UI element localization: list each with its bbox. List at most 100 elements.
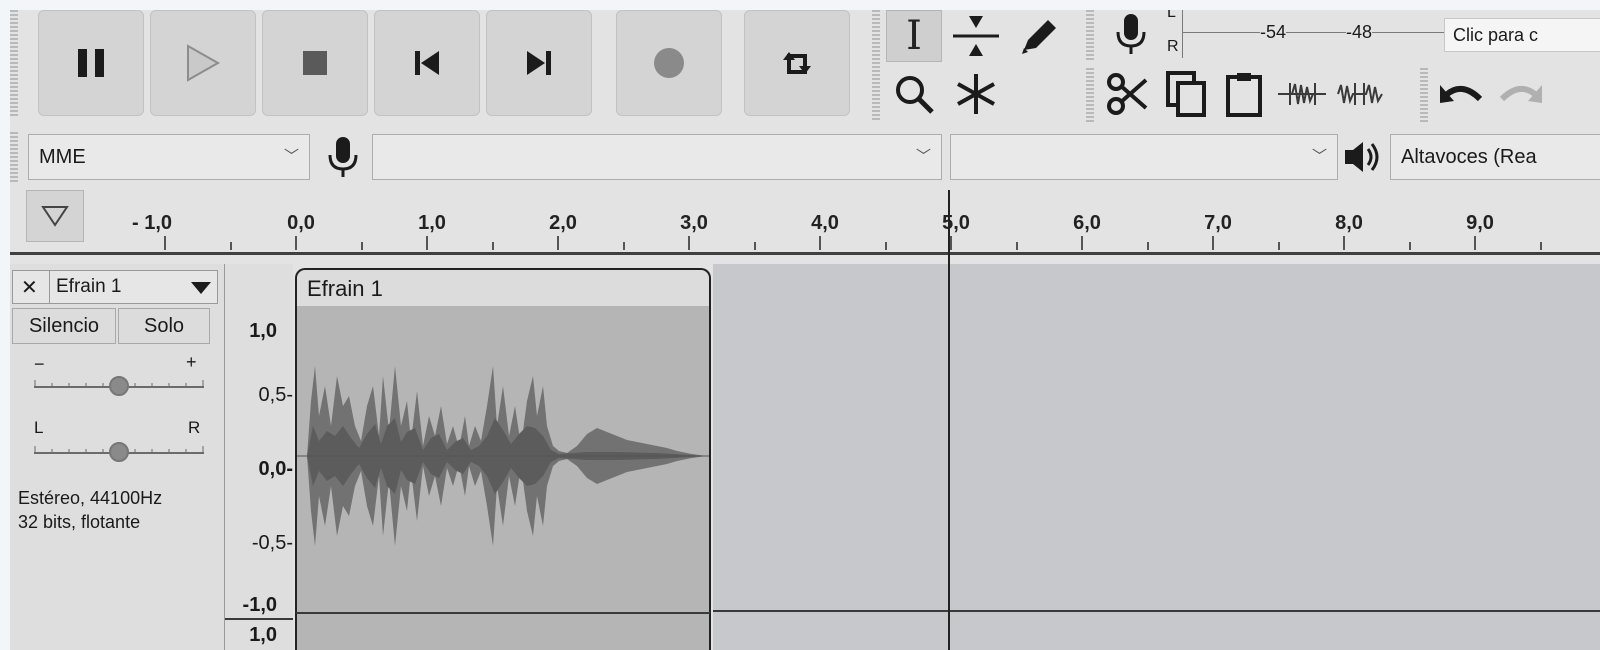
envelope-tool-button[interactable] <box>948 10 1004 62</box>
audio-host-select[interactable]: MME ﹀ <box>28 134 310 180</box>
microphone-icon <box>328 137 358 177</box>
clip-waveform-area[interactable] <box>295 306 711 612</box>
ruler-major-tick <box>426 236 428 250</box>
ruler-minor-tick <box>1408 242 1411 250</box>
ruler-minor-tick <box>229 242 232 250</box>
timeline-options-button[interactable] <box>26 190 84 242</box>
chevron-down-icon: ﹀ <box>283 148 299 165</box>
record-button[interactable] <box>616 10 722 116</box>
device-toolbar-grip[interactable] <box>10 132 18 182</box>
ruler-major-tick <box>1212 236 1214 250</box>
pause-button[interactable] <box>38 10 144 116</box>
recording-channels-select[interactable]: ﹀ <box>950 134 1338 180</box>
recording-meter[interactable]: -54 -48 <box>1182 10 1444 58</box>
ruler-tick-label: 9,0 <box>1466 212 1494 234</box>
paste-icon <box>1226 73 1262 117</box>
paste-button[interactable] <box>1216 68 1272 120</box>
ruler-tick-label: - 1,0 <box>131 212 173 234</box>
chevron-down-icon: ﹀ <box>1311 148 1327 165</box>
skip-to-start-button[interactable] <box>374 10 480 116</box>
pan-slider-thumb[interactable] <box>109 442 129 462</box>
ruler-major-tick <box>950 236 952 250</box>
timeline-ruler[interactable]: - 1,0 0,0 1,0 2,0 3,0 4,0 5,0 6,0 7,0 8,0 9,0 <box>10 186 1600 255</box>
ruler-minor-tick <box>491 242 494 250</box>
mute-button[interactable]: Silencio <box>12 308 116 344</box>
recording-device-select[interactable]: ﹀ <box>372 134 942 180</box>
meter-scale-54: -54 <box>1260 22 1287 43</box>
track-close-button[interactable]: ✕ <box>21 275 38 300</box>
clip-title-bar[interactable]: Efrain 1 <box>295 268 711 306</box>
gain-slider[interactable] <box>34 374 204 398</box>
skip-to-end-button[interactable] <box>486 10 592 116</box>
channel-divider <box>713 610 1600 612</box>
loop-button[interactable] <box>744 10 850 116</box>
multi-tool-button[interactable] <box>948 68 1004 120</box>
selection-tool-button[interactable]: I <box>886 10 942 62</box>
record-meter-button[interactable] <box>1100 10 1162 60</box>
microphone-icon <box>1116 14 1146 54</box>
ruler-major-tick <box>557 236 559 250</box>
multi-tool-icon <box>957 74 995 114</box>
skip-to-start-icon <box>415 51 439 75</box>
track-empty-area[interactable] <box>713 264 1600 650</box>
copy-button[interactable] <box>1158 68 1214 120</box>
record-icon <box>654 48 684 78</box>
playback-device-select[interactable]: Altavoces (Rea <box>1390 134 1600 180</box>
ruler-major-tick <box>295 236 297 250</box>
playback-device-value: Altavoces (Rea <box>1401 146 1537 168</box>
ruler-major-tick <box>1081 236 1083 250</box>
ruler-tick-label: 6,0 <box>1073 212 1101 234</box>
undo-icon <box>1440 85 1483 103</box>
draw-tool-button[interactable] <box>1010 10 1066 62</box>
start-monitoring-hint[interactable]: Clic para c <box>1444 18 1600 52</box>
cut-button[interactable] <box>1100 68 1156 120</box>
ruler-minor-tick <box>360 242 363 250</box>
skip-to-end-icon <box>527 51 551 75</box>
redo-button[interactable] <box>1492 68 1548 120</box>
cut-icon <box>1107 73 1148 115</box>
silence-audio-button[interactable] <box>1332 68 1388 120</box>
tools-toolbar-grip[interactable] <box>872 10 880 122</box>
undo-button[interactable] <box>1434 68 1490 120</box>
ruler-major-tick <box>1474 236 1476 250</box>
ruler-tick-label: 2,0 <box>549 212 577 234</box>
gain-slider-thumb[interactable] <box>109 376 129 396</box>
audio-clip[interactable]: Efrain 1 <box>295 268 713 650</box>
track-format-info: Estéreo, 44100Hz 32 bits, flotante <box>18 486 162 534</box>
track-format-line2: 32 bits, flotante <box>18 512 141 532</box>
gain-plus-label: + <box>186 352 197 372</box>
solo-button[interactable]: Solo <box>118 308 210 344</box>
scale-label-neg-half: -0,5- <box>251 532 293 554</box>
playback-device-icon-wrap <box>1340 134 1386 180</box>
ruler-major-tick <box>1343 236 1345 250</box>
play-button[interactable] <box>150 10 256 116</box>
scale-label-zero: 0,0- <box>258 458 293 480</box>
pan-slider[interactable] <box>34 440 204 464</box>
magnifier-icon <box>896 76 934 114</box>
transport-toolbar-grip[interactable] <box>10 10 18 116</box>
ruler-tick-label: 1,0 <box>418 212 446 234</box>
ruler-tick-label: 4,0 <box>811 212 839 234</box>
scale-label-half: 0,5- <box>258 384 293 406</box>
meter-toolbar-grip[interactable] <box>1086 10 1094 60</box>
loop-icon <box>783 52 811 74</box>
ruler-minor-tick <box>1146 242 1149 250</box>
ruler-tick-label: 0,0 <box>287 212 315 234</box>
edit-toolbar-grip[interactable] <box>1086 68 1094 122</box>
track-menu-button[interactable]: Efrain 1 <box>49 271 218 303</box>
ruler-tick-label: 5,0 <box>942 212 970 234</box>
track-format-line1: Estéreo, 44100Hz <box>18 488 163 508</box>
trim-audio-button[interactable] <box>1274 68 1330 120</box>
ruler-major-tick <box>819 236 821 250</box>
amplitude-scale[interactable]: 1,0 0,5- 0,0- -0,5- -1,0 1,0 <box>225 264 293 650</box>
redo-icon <box>1499 85 1542 103</box>
pencil-icon <box>1022 20 1056 54</box>
stop-button[interactable] <box>262 10 368 116</box>
silence-icon <box>1337 83 1383 105</box>
ruler-major-tick <box>688 236 690 250</box>
clip-second-channel[interactable] <box>295 612 711 650</box>
gain-minus-label: − <box>34 354 45 374</box>
audacity-window: I L R -54 -48 Clic para c MME ﹀ ﹀ ﹀ Alta… <box>10 10 1600 650</box>
undo-toolbar-grip[interactable] <box>1420 68 1428 122</box>
zoom-tool-button[interactable] <box>886 68 942 120</box>
